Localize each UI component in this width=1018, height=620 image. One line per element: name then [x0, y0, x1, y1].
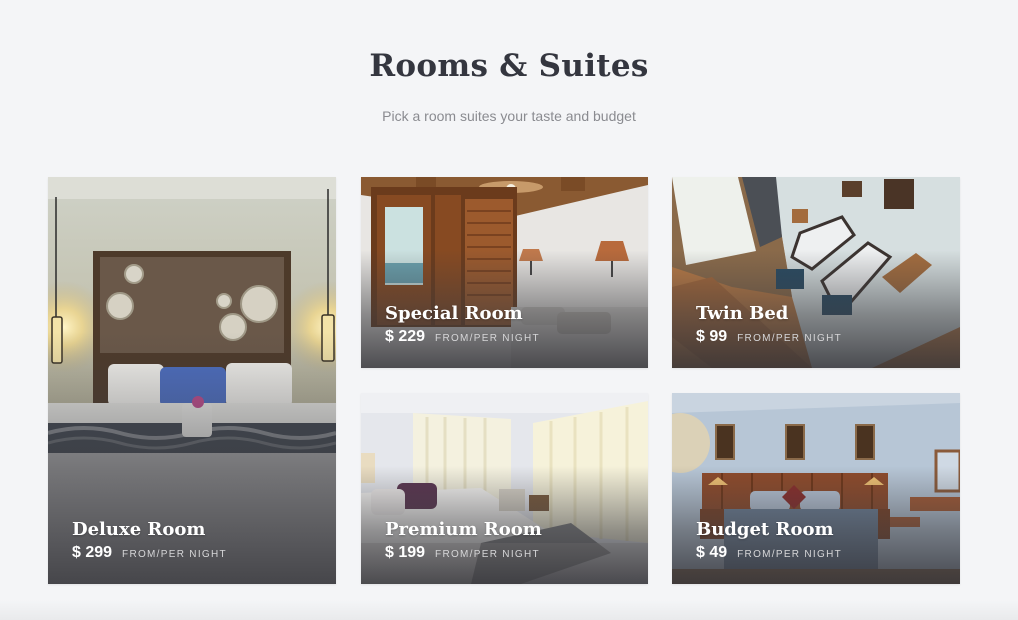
room-price: $ 199: [385, 544, 426, 561]
room-price-row: $ 229 FROM/PER NIGHT: [385, 328, 540, 346]
room-name: Special Room: [385, 303, 523, 324]
room-price-row: $ 49 FROM/PER NIGHT: [696, 544, 842, 562]
room-name: Twin Bed: [696, 303, 789, 324]
price-unit-label: FROM/PER NIGHT: [435, 333, 540, 344]
room-card-budget[interactable]: Budget Room $ 49 FROM/PER NIGHT: [672, 393, 960, 584]
room-card-deluxe[interactable]: Deluxe Room $ 299 FROM/PER NIGHT: [48, 177, 336, 584]
price-unit-label: FROM/PER NIGHT: [122, 549, 227, 560]
section-subtitle: Pick a room suites your taste and budget: [382, 108, 636, 124]
room-card-twin[interactable]: Twin Bed $ 99 FROM/PER NIGHT: [672, 177, 960, 368]
room-card-premium[interactable]: Premium Room $ 199 FROM/PER NIGHT: [361, 393, 648, 584]
room-price-row: $ 99 FROM/PER NIGHT: [696, 328, 842, 346]
room-name: Deluxe Room: [72, 519, 206, 540]
room-price: $ 99: [696, 328, 728, 345]
room-price-row: $ 299 FROM/PER NIGHT: [72, 544, 227, 562]
price-unit-label: FROM/PER NIGHT: [737, 549, 843, 560]
room-price: $ 299: [72, 544, 113, 561]
section-title: Rooms & Suites: [369, 48, 649, 84]
room-price: $ 49: [696, 544, 728, 561]
price-unit-label: FROM/PER NIGHT: [737, 333, 843, 344]
room-name: Budget Room: [696, 519, 834, 540]
room-card-special[interactable]: Special Room $ 229 FROM/PER NIGHT: [361, 177, 648, 368]
price-unit-label: FROM/PER NIGHT: [435, 549, 540, 560]
rooms-section: Rooms & Suites Pick a room suites your t…: [0, 0, 1018, 620]
room-name: Premium Room: [385, 519, 542, 540]
room-price-row: $ 199 FROM/PER NIGHT: [385, 544, 540, 562]
section-bottom-divider: [0, 600, 1018, 620]
room-price: $ 229: [385, 328, 426, 345]
